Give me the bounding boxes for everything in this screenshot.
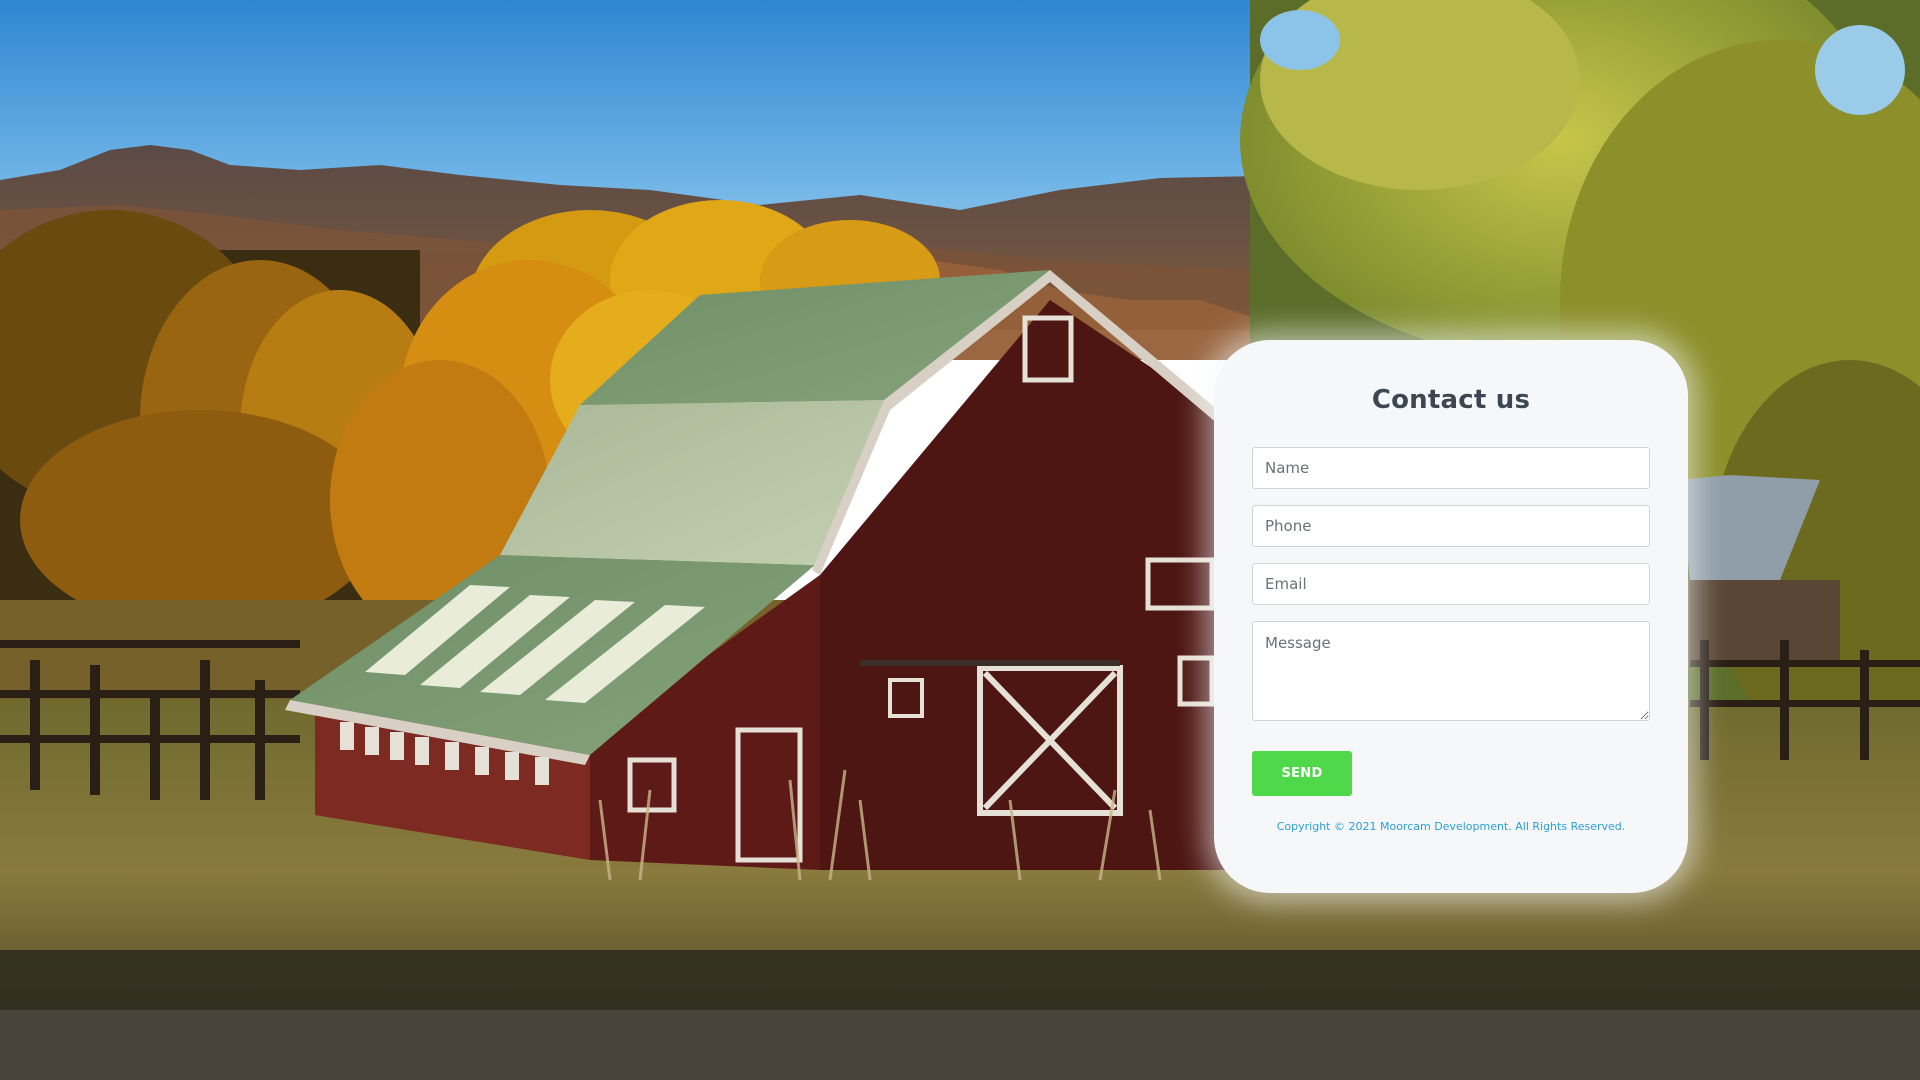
email-input[interactable] — [1252, 563, 1650, 605]
phone-input[interactable] — [1252, 505, 1650, 547]
name-input[interactable] — [1252, 447, 1650, 489]
copyright-text: Copyright © 2021 Moorcam Development. Al… — [1276, 820, 1626, 833]
contact-card: Contact us SEND Copyright © 2021 Moorcam… — [1214, 340, 1688, 893]
contact-title: Contact us — [1371, 385, 1531, 415]
message-textarea[interactable] — [1252, 621, 1650, 721]
send-button[interactable]: SEND — [1252, 751, 1352, 796]
